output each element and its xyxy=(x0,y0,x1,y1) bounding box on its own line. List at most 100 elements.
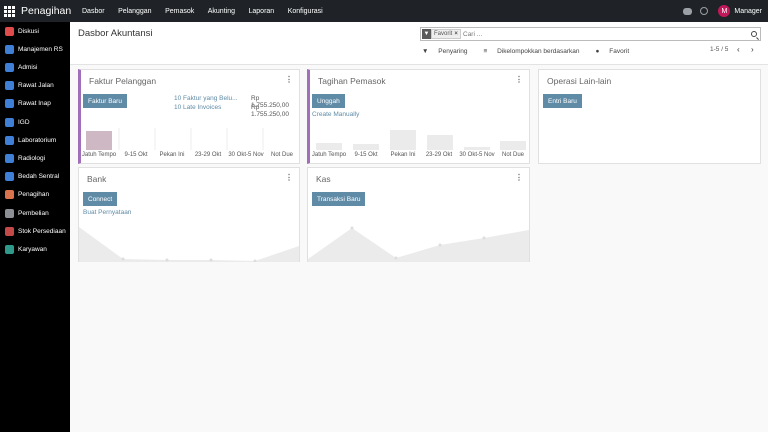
groupby-menu[interactable]: ≡ Dikelompokkan berdasarkan xyxy=(484,48,588,55)
sidebar-item-diskusi[interactable]: Diskusi xyxy=(5,24,39,38)
search-options: ▼ Penyaring ≡ Dikelompokkan berdasarkan … xyxy=(422,45,645,57)
menu-laporan[interactable]: Laporan xyxy=(249,8,275,15)
card-title[interactable]: Bank xyxy=(87,174,106,184)
menu-akunting[interactable]: Akunting xyxy=(208,8,235,15)
app-name: Penagihan xyxy=(21,5,72,17)
chart-area xyxy=(79,227,299,262)
menu-pelanggan[interactable]: Pelanggan xyxy=(118,8,151,15)
facet-text: Favorit xyxy=(434,31,453,37)
filters-label: Penyaring xyxy=(438,47,468,55)
card-title[interactable]: Tagihan Pemasok xyxy=(318,76,386,86)
favorites-menu[interactable]: ● Favorit xyxy=(596,48,638,55)
unpaid-invoices-link[interactable]: 10 Faktur yang Belu... xyxy=(174,95,238,102)
groupby-label: Dikelompokkan berdasarkan xyxy=(497,47,580,55)
card-bank: Bank ⋮ Connect Buat Pernyataan xyxy=(78,167,300,262)
chart-label: Not Due xyxy=(270,152,293,158)
card-title[interactable]: Faktur Pelanggan xyxy=(89,76,156,86)
invoice-bar-chart[interactable] xyxy=(81,126,300,150)
chart-bar[interactable] xyxy=(500,141,526,150)
chart-point xyxy=(165,258,169,262)
menu-konfigurasi[interactable]: Konfigurasi xyxy=(288,8,323,15)
chart-point xyxy=(253,259,257,262)
messaging-icon[interactable] xyxy=(683,7,693,15)
admission-icon xyxy=(5,62,14,72)
sidebar-item-igd[interactable]: IGD xyxy=(5,115,30,129)
connect-button[interactable]: Connect xyxy=(83,192,118,206)
sidebar-item-label: Diskusi xyxy=(18,27,39,35)
search-bar: ▼ Favorit × xyxy=(420,27,761,41)
cart-icon xyxy=(5,208,14,218)
close-icon[interactable]: × xyxy=(454,31,458,37)
sidebar-item-bedah-sentral[interactable]: Bedah Sentral xyxy=(5,169,59,183)
chevron-right-icon[interactable]: › xyxy=(751,45,754,54)
new-transaction-button[interactable]: Transaksi Baru xyxy=(312,192,366,206)
sidebar-item-admisi[interactable]: Admisi xyxy=(5,60,38,74)
pager-value[interactable]: 1-5 / 5 xyxy=(710,46,728,53)
filters-menu[interactable]: ▼ Penyaring xyxy=(422,48,476,55)
chart-label: Jatuh Tempo xyxy=(311,152,347,158)
sidebar-item-karyawan[interactable]: Karyawan xyxy=(5,242,47,256)
avatar[interactable]: M xyxy=(718,5,731,17)
chart-point xyxy=(121,257,125,261)
chat-icon xyxy=(5,26,14,36)
cash-line-chart[interactable] xyxy=(308,223,529,262)
sidebar-item-label: Laboratorium xyxy=(18,136,57,144)
create-manually-link[interactable]: Create Manually xyxy=(312,111,359,118)
app-brand[interactable]: Penagihan xyxy=(0,0,72,22)
sidebar-item-label: Rawat Jalan xyxy=(18,81,54,89)
chart-label: 23-29 Okt xyxy=(194,152,222,158)
chart-bar[interactable] xyxy=(464,147,490,150)
card-title[interactable]: Operasi Lain-lain xyxy=(547,76,611,86)
sidebar-item-rawat-jalan[interactable]: Rawat Jalan xyxy=(5,78,54,92)
card-operasi-lain-lain: Operasi Lain-lain Entri Baru xyxy=(538,69,761,164)
kebab-menu-icon[interactable]: ⋮ xyxy=(515,75,523,84)
menu-pemasok[interactable]: Pemasok xyxy=(165,8,194,15)
sidebar: Diskusi Manajemen RS Admisi Rawat Jalan … xyxy=(0,22,70,432)
chart-label: Pekan Ini xyxy=(159,152,185,158)
facet-favorit[interactable]: ▼ Favorit × xyxy=(422,29,461,39)
late-invoices-link[interactable]: 10 Late Invoices xyxy=(174,104,221,111)
card-kas: Kas ⋮ Transaksi Baru xyxy=(307,167,530,262)
kebab-menu-icon[interactable]: ⋮ xyxy=(285,173,293,182)
chart-label: 9-15 Okt xyxy=(124,152,148,158)
bill-bar-chart[interactable] xyxy=(310,126,530,150)
sidebar-item-stok-persediaan[interactable]: Stok Persediaan xyxy=(5,224,66,238)
radiology-icon xyxy=(5,153,14,163)
chart-label: 30 Okt-5 Nov xyxy=(228,152,264,158)
new-entry-button[interactable]: Entri Baru xyxy=(543,94,582,108)
sidebar-item-label: Manajemen RS xyxy=(18,45,63,53)
bed-icon xyxy=(5,98,14,108)
box-icon xyxy=(5,226,14,236)
top-navbar: Penagihan Dasbor Pelanggan Pemasok Akunt… xyxy=(0,0,768,22)
activity-clock-icon[interactable] xyxy=(700,7,709,15)
sidebar-item-pembelian[interactable]: Pembelian xyxy=(5,206,49,220)
card-title[interactable]: Kas xyxy=(316,174,331,184)
kebab-menu-icon[interactable]: ⋮ xyxy=(515,173,523,182)
user-menu[interactable]: Manager xyxy=(734,8,762,15)
search-icon[interactable] xyxy=(751,31,757,37)
sidebar-item-rawat-inap[interactable]: Rawat Inap xyxy=(5,96,51,110)
chart-point xyxy=(438,243,442,247)
app-grid-icon[interactable] xyxy=(4,5,15,17)
chart-bar[interactable] xyxy=(316,143,342,150)
sidebar-item-radiologi[interactable]: Radiologi xyxy=(5,151,45,165)
chart-bar[interactable] xyxy=(390,130,416,150)
chart-bar[interactable] xyxy=(427,135,453,150)
sidebar-item-label: Admisi xyxy=(18,63,38,71)
sidebar-item-label: Bedah Sentral xyxy=(18,172,60,180)
sidebar-item-penagihan[interactable]: Penagihan xyxy=(5,187,49,201)
chevron-left-icon[interactable]: ‹ xyxy=(737,45,740,54)
search-input[interactable] xyxy=(463,29,743,39)
chart-bar-overdue[interactable] xyxy=(86,131,112,150)
new-invoice-button[interactable]: Faktur Baru xyxy=(83,94,127,108)
sidebar-item-manajemen-rs[interactable]: Manajemen RS xyxy=(5,42,63,56)
kebab-menu-icon[interactable]: ⋮ xyxy=(285,75,293,84)
chart-point xyxy=(209,258,213,262)
chart-bar[interactable] xyxy=(353,144,379,150)
sidebar-item-label: Penagihan xyxy=(18,190,50,198)
upload-button[interactable]: Unggah xyxy=(312,94,345,108)
sidebar-item-laboratorium[interactable]: Laboratorium xyxy=(5,133,56,147)
create-statement-link[interactable]: Buat Pernyataan xyxy=(83,209,131,216)
menu-dasbor[interactable]: Dasbor xyxy=(82,8,105,15)
bank-line-chart[interactable] xyxy=(79,223,299,262)
